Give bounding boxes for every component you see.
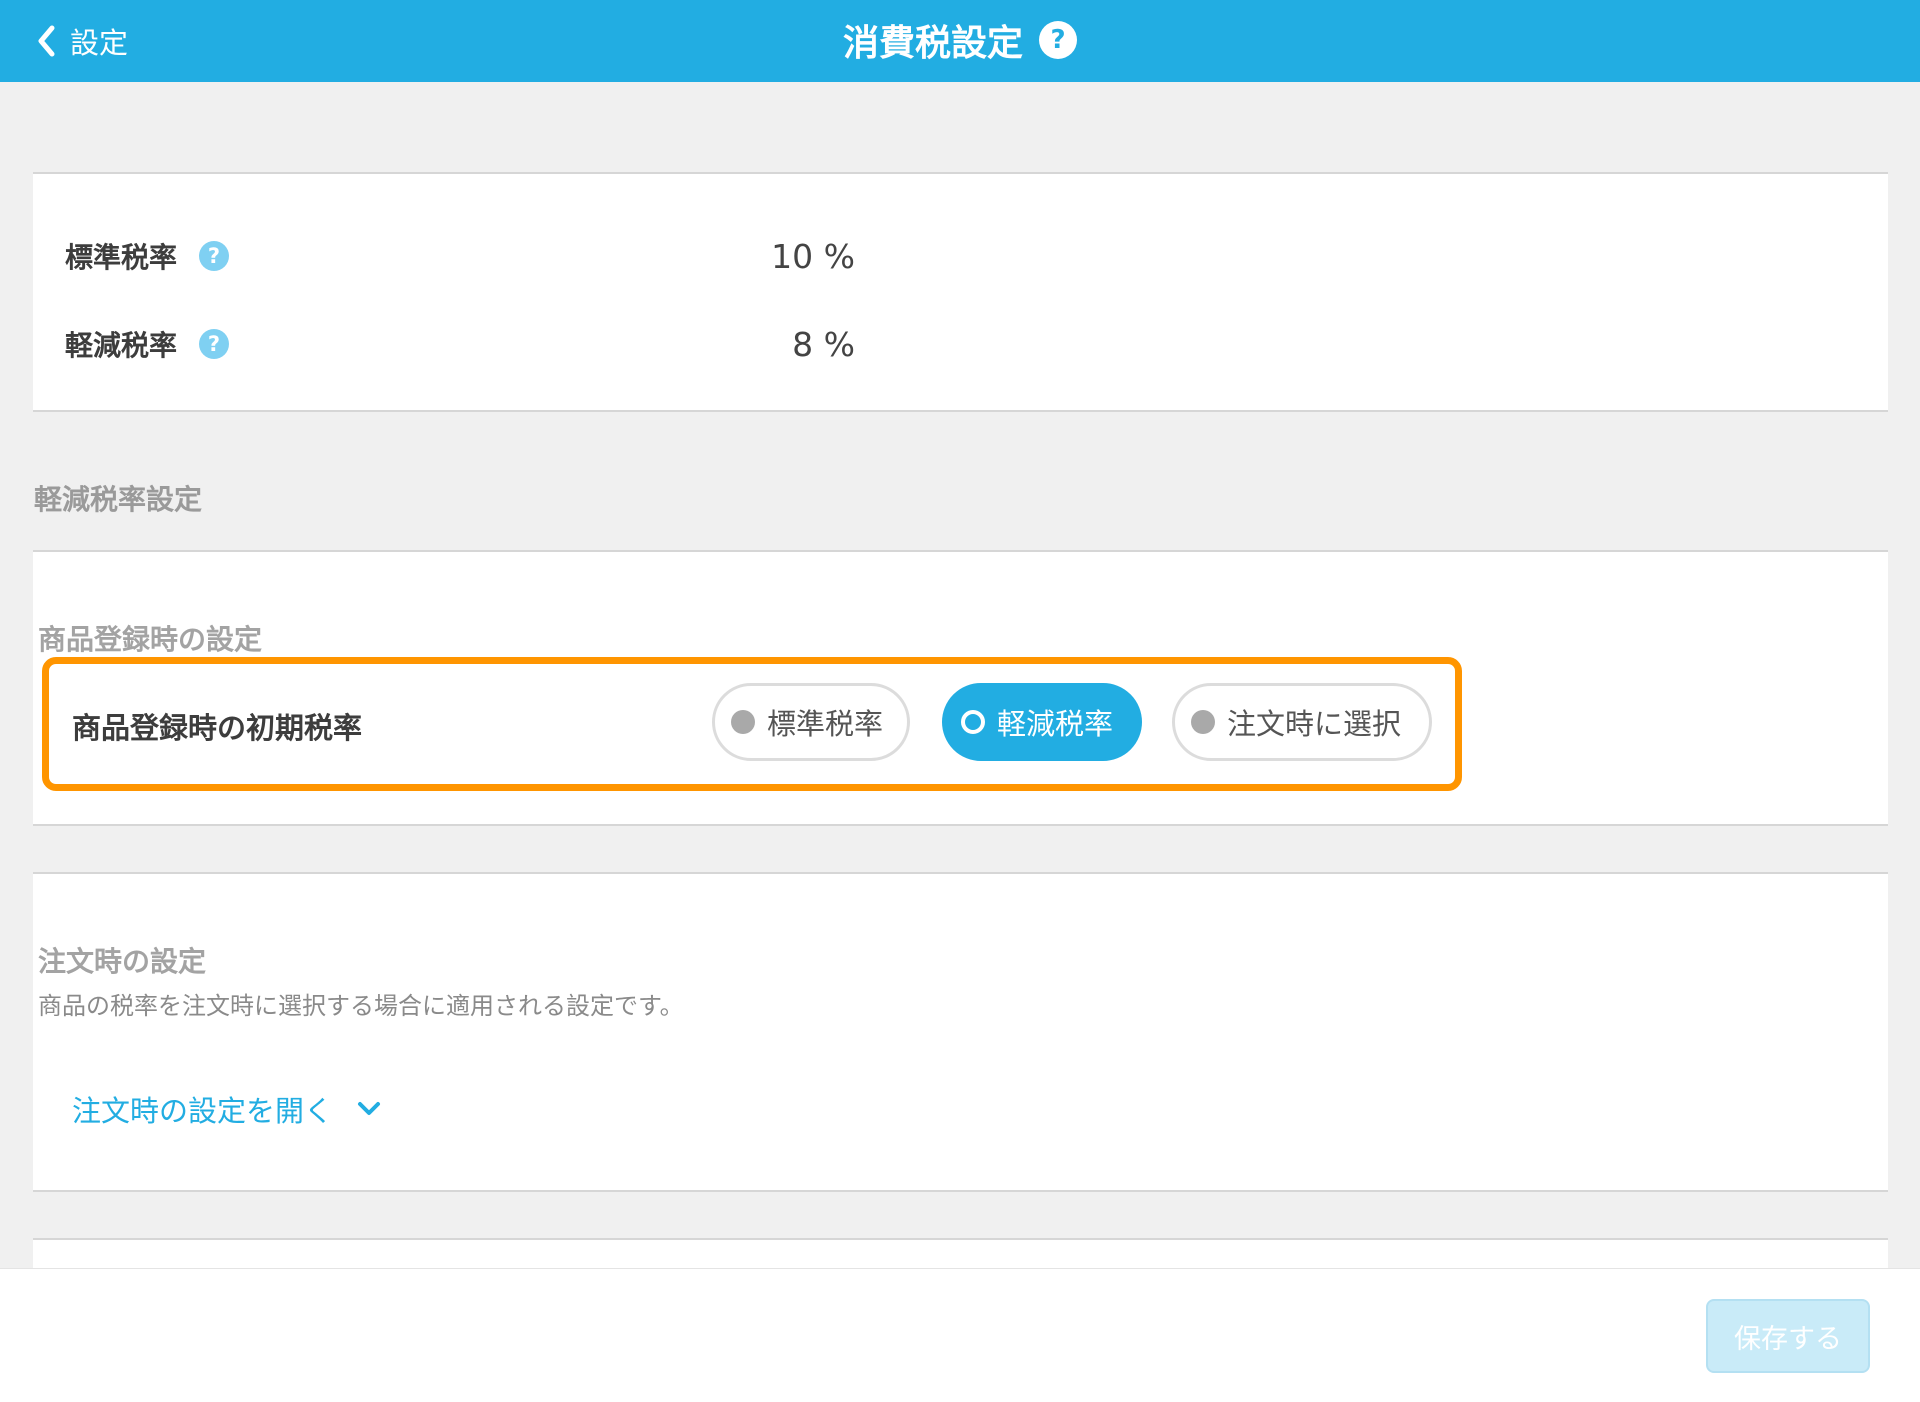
tax-rates-panel: 標準税率 ? 10 % 軽減税率 ? 8 % (33, 172, 1888, 412)
option-standard-rate[interactable]: 標準税率 (712, 683, 910, 761)
page-title: 消費税設定 (842, 23, 1023, 64)
order-settings-subheading: 注文時の設定 (38, 945, 207, 978)
page-title-wrap: 消費税設定 ? (0, 14, 1920, 66)
radio-selected-icon (961, 710, 985, 734)
initial-rate-label: 商品登録時の初期税率 (72, 711, 363, 745)
reduced-rate-value: 8 % (792, 324, 855, 364)
option-label: 軽減税率 (997, 707, 1114, 741)
footer-bar: 保存する (0, 1268, 1920, 1402)
help-icon[interactable]: ? (1039, 21, 1077, 59)
reduced-rate-section-heading: 軽減税率設定 (34, 483, 203, 516)
header-bar: 設定 消費税設定 ? (0, 0, 1920, 82)
save-button[interactable]: 保存する (1706, 1299, 1870, 1373)
option-reduced-rate[interactable]: 軽減税率 (942, 683, 1142, 761)
reduced-rate-row: 軽減税率 ? 8 % (65, 322, 855, 366)
radio-unselected-icon (1191, 710, 1215, 734)
open-order-settings-label: 注文時の設定を開く (72, 1094, 334, 1128)
option-select-at-order[interactable]: 注文時に選択 (1172, 683, 1432, 761)
order-settings-panel (33, 872, 1888, 1192)
chevron-down-icon (358, 1102, 381, 1115)
option-label: 標準税率 (767, 707, 884, 741)
reduced-rate-help-icon[interactable]: ? (199, 329, 229, 359)
radio-unselected-icon (731, 710, 755, 734)
product-settings-subheading: 商品登録時の設定 (38, 623, 263, 656)
option-label: 注文時に選択 (1227, 707, 1402, 741)
standard-rate-row: 標準税率 ? 10 % (65, 234, 855, 278)
standard-rate-help-icon[interactable]: ? (199, 241, 229, 271)
order-settings-description: 商品の税率を注文時に選択する場合に適用される設定です。 (38, 992, 684, 1020)
open-order-settings-link[interactable]: 注文時の設定を開く (72, 1088, 381, 1130)
reduced-rate-label: 軽減税率 (65, 329, 178, 362)
standard-rate-label: 標準税率 (65, 241, 178, 274)
standard-rate-value: 10 % (771, 236, 855, 276)
